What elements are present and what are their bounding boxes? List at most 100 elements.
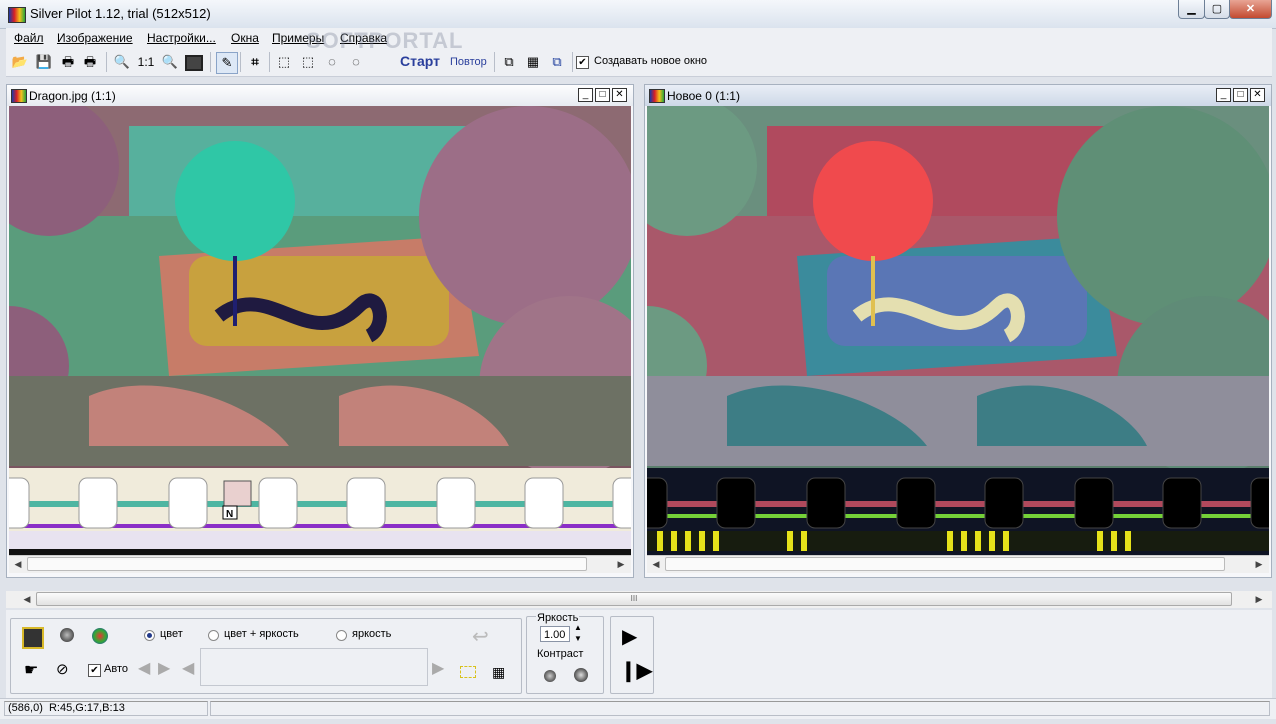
close-button[interactable]: ✕ xyxy=(1229,0,1272,19)
scroll-right-arrow[interactable]: ▶ xyxy=(1252,557,1266,571)
repeat-button[interactable]: Повтор xyxy=(450,56,487,68)
auto-label: Авто xyxy=(104,663,128,675)
menu-image[interactable]: Изображение xyxy=(57,31,133,45)
right-image-canvas[interactable] xyxy=(647,106,1269,555)
grid-icon[interactable]: ▦ xyxy=(492,664,505,681)
colored-sphere-icon[interactable] xyxy=(92,628,108,644)
step-play-icon[interactable]: ❙▶ xyxy=(620,658,652,683)
left-image-window[interactable]: Dragon.jpg (1:1) _ □ ✕ N ◀ ▶ xyxy=(6,84,634,578)
left-minimize-button[interactable]: _ xyxy=(578,88,593,102)
left-scroll-thumb[interactable] xyxy=(27,557,587,571)
radio-color-label: цвет xyxy=(160,628,183,640)
left-close-button[interactable]: ✕ xyxy=(612,88,627,102)
next-icon[interactable]: ▶ xyxy=(158,658,170,678)
brightness-up-arrow[interactable]: ▲ xyxy=(574,623,582,632)
status-coords: (586,0) xyxy=(8,702,43,714)
brightness-spinbox[interactable]: 1.00 xyxy=(540,626,570,642)
app-icon[interactable] xyxy=(8,7,26,23)
toolbar: 📂 💾 🖶 🖶 🔍 1:1 🔍 ✎ ⌗ ⬚ ⬚ ◌ ◌ Старт Повтор… xyxy=(6,48,1272,77)
right-close-button[interactable]: ✕ xyxy=(1250,88,1265,102)
play-icon[interactable]: ▶ xyxy=(622,624,637,649)
print-icon[interactable]: 🖶 xyxy=(58,52,78,72)
contrast-sphere-plus-icon[interactable] xyxy=(574,668,588,682)
marker-letter: N xyxy=(226,509,233,520)
minimize-button[interactable]: ▁ xyxy=(1178,0,1205,19)
start-button[interactable]: Старт xyxy=(400,53,440,69)
menu-windows[interactable]: Окна xyxy=(231,31,259,45)
zoom-in-icon[interactable]: 🔍 xyxy=(112,52,132,72)
control-panel: цвет цвет + яркость яркость ↩ ☛ ⊘ ✔ Авто… xyxy=(6,610,1272,698)
hand-icon[interactable]: ☛ xyxy=(24,660,38,680)
fit-window-icon[interactable] xyxy=(184,52,204,72)
left-image-canvas[interactable]: N xyxy=(9,106,631,555)
title-bar: Silver Pilot 1.12, trial (512x512) ▁ ▢ ✕ xyxy=(0,0,1276,29)
brightness-value: 1.00 xyxy=(544,629,566,641)
right-window-title: Новое 0 (1:1) xyxy=(667,89,740,103)
dragon-image-inverted: N xyxy=(9,106,631,555)
contrast-sphere-icon[interactable] xyxy=(544,670,556,682)
eyedropper-icon[interactable]: ✎ xyxy=(216,52,238,74)
cascade-windows-icon[interactable]: ⧉ xyxy=(499,52,519,72)
sphere-icon[interactable] xyxy=(60,628,74,642)
window-title: Silver Pilot 1.12, trial (512x512) xyxy=(30,6,211,21)
arrange-windows-icon[interactable]: ⧉ xyxy=(547,52,567,72)
crop-icon[interactable]: ⌗ xyxy=(245,52,265,72)
new-window-label: Создавать новое окно xyxy=(594,55,708,67)
rect-select-add-icon[interactable]: ⬚ xyxy=(298,52,318,72)
menu-file[interactable]: Файл xyxy=(14,31,44,45)
maximize-button[interactable]: ▢ xyxy=(1204,0,1230,19)
save-icon[interactable]: 💾 xyxy=(34,52,54,72)
radio-color[interactable] xyxy=(144,630,155,641)
right-window-titlebar[interactable]: Новое 0 (1:1) _ □ ✕ xyxy=(645,85,1271,106)
forward-icon[interactable]: ▶ xyxy=(432,658,444,678)
zoom-1-1-button[interactable]: 1:1 xyxy=(136,52,156,72)
mdi-horizontal-scrollbar[interactable]: ◀ III ▶ xyxy=(6,591,1272,608)
scroll-right-arrow[interactable]: ▶ xyxy=(1252,592,1266,606)
scroll-left-arrow[interactable]: ◀ xyxy=(20,592,34,606)
scroll-left-arrow[interactable]: ◀ xyxy=(11,557,25,571)
back-icon[interactable]: ◀ xyxy=(182,658,194,678)
undo-icon[interactable]: ↩ xyxy=(472,624,489,649)
right-window-icon xyxy=(649,89,665,103)
selection-icon[interactable] xyxy=(460,666,476,678)
new-window-checkbox[interactable]: ✔ xyxy=(576,56,589,69)
radio-brightness[interactable] xyxy=(336,630,347,641)
contrast-label: Контраст xyxy=(536,648,585,660)
prev-icon[interactable]: ◀ xyxy=(138,658,150,678)
left-window-titlebar[interactable]: Dragon.jpg (1:1) _ □ ✕ xyxy=(7,85,633,106)
scroll-grip: III xyxy=(630,594,638,603)
status-cell-empty xyxy=(210,701,1270,716)
scroll-left-arrow[interactable]: ◀ xyxy=(649,557,663,571)
rect-select-icon[interactable]: ⬚ xyxy=(274,52,294,72)
print-preview-icon[interactable]: 🖶 xyxy=(80,52,100,72)
brightness-label: Яркость xyxy=(536,612,580,624)
zoom-out-icon[interactable]: 🔍 xyxy=(160,52,180,72)
left-maximize-button[interactable]: □ xyxy=(595,88,610,102)
radio-color-brightness-label: цвет + яркость xyxy=(224,628,299,640)
left-window-icon xyxy=(11,89,27,103)
brightness-down-arrow[interactable]: ▼ xyxy=(574,634,582,643)
status-cell-coords: (586,0) R:45,G:17,B:13 xyxy=(4,701,208,716)
right-maximize-button[interactable]: □ xyxy=(1233,88,1248,102)
menu-settings[interactable]: Настройки... xyxy=(147,31,216,45)
left-horizontal-scrollbar[interactable]: ◀ ▶ xyxy=(9,555,631,573)
left-window-title: Dragon.jpg (1:1) xyxy=(29,89,116,103)
radio-brightness-label: яркость xyxy=(352,628,392,640)
auto-checkbox[interactable]: ✔ xyxy=(88,664,101,677)
no-entry-icon[interactable]: ⊘ xyxy=(56,660,69,678)
right-minimize-button[interactable]: _ xyxy=(1216,88,1231,102)
mdi-scroll-thumb[interactable]: III xyxy=(36,592,1232,606)
filmstrip-icon[interactable] xyxy=(22,627,44,649)
right-scroll-thumb[interactable] xyxy=(665,557,1225,571)
scroll-right-arrow[interactable]: ▶ xyxy=(614,557,628,571)
preset-field[interactable] xyxy=(200,648,428,686)
lasso-icon[interactable]: ◌ xyxy=(322,52,342,72)
right-horizontal-scrollbar[interactable]: ◀ ▶ xyxy=(647,555,1269,573)
radio-color-brightness[interactable] xyxy=(208,630,219,641)
tile-windows-icon[interactable]: ▦ xyxy=(523,52,543,72)
lasso-add-icon[interactable]: ◌ xyxy=(346,52,366,72)
status-bar: (586,0) R:45,G:17,B:13 xyxy=(0,698,1276,719)
open-icon[interactable]: 📂 xyxy=(10,52,30,72)
status-rgb: R:45,G:17,B:13 xyxy=(48,702,125,714)
right-image-window[interactable]: Новое 0 (1:1) _ □ ✕ ◀ ▶ xyxy=(644,84,1272,578)
